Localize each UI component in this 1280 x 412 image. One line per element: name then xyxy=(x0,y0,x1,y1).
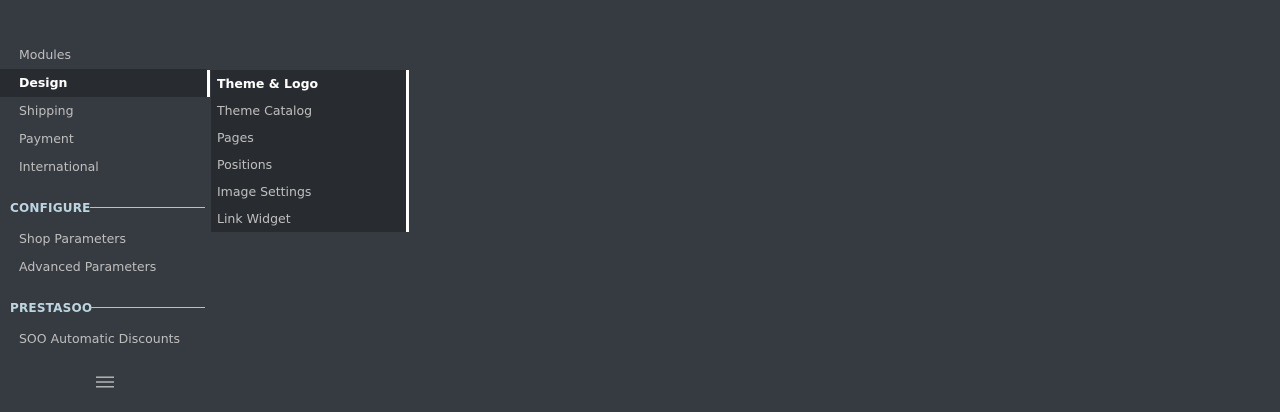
sidebar-item-shop-parameters[interactable]: Shop Parameters xyxy=(0,225,211,253)
sidebar-item-label: Payment xyxy=(19,131,74,146)
submenu-item-link-widget[interactable]: Link Widget xyxy=(211,205,406,232)
hamburger-icon-graphic xyxy=(96,376,114,388)
submenu-item-pages[interactable]: Pages xyxy=(211,124,406,151)
section-title-configure: CONFIGURE xyxy=(10,201,91,215)
submenu-item-label: Theme & Logo xyxy=(217,76,319,91)
submenu-item-theme-catalog[interactable]: Theme Catalog xyxy=(211,97,406,124)
sidebar-item-label: Shipping xyxy=(19,103,74,118)
submenu-item-label: Positions xyxy=(217,157,273,172)
submenu-item-positions[interactable]: Positions xyxy=(211,151,406,178)
submenu-item-label: Theme Catalog xyxy=(217,103,313,118)
sidebar-item-label: Design xyxy=(19,75,68,90)
active-indicator xyxy=(207,70,210,97)
sidebar-item-label: Shop Parameters xyxy=(19,231,126,246)
submenu-item-theme-logo[interactable]: Theme & Logo xyxy=(211,70,406,97)
admin-canvas: Modules Design Shipping Payment Internat… xyxy=(0,0,1280,412)
sidebar-nav: Modules Design Shipping Payment Internat… xyxy=(0,0,211,412)
sidebar-item-label: International xyxy=(19,159,99,174)
sidebar-item-payment[interactable]: Payment xyxy=(0,125,211,153)
sidebar-item-label: SOO Automatic Discounts xyxy=(19,331,181,346)
submenu-item-image-settings[interactable]: Image Settings xyxy=(211,178,406,205)
hamburger-icon[interactable] xyxy=(95,374,115,388)
submenu-item-label: Image Settings xyxy=(217,184,312,199)
sidebar-item-modules[interactable]: Modules xyxy=(0,41,211,69)
sidebar-item-international[interactable]: International xyxy=(0,153,211,181)
sidebar-item-label: Advanced Parameters xyxy=(19,259,157,274)
sidebar-item-design[interactable]: Design xyxy=(0,69,207,97)
sidebar-item-label: Modules xyxy=(19,47,71,62)
section-divider xyxy=(90,307,205,308)
sidebar-item-advanced-parameters[interactable]: Advanced Parameters xyxy=(0,253,211,281)
submenu-item-label: Pages xyxy=(217,130,254,145)
section-title-prestasoo: PRESTASOO xyxy=(10,301,93,315)
sidebar-item-shipping[interactable]: Shipping xyxy=(0,97,211,125)
section-divider xyxy=(90,207,205,208)
submenu-item-label: Link Widget xyxy=(217,211,291,226)
sidebar-item-soo-automatic-discounts[interactable]: SOO Automatic Discounts xyxy=(0,325,211,353)
design-submenu: Theme & Logo Theme Catalog Pages Positio… xyxy=(207,70,409,232)
